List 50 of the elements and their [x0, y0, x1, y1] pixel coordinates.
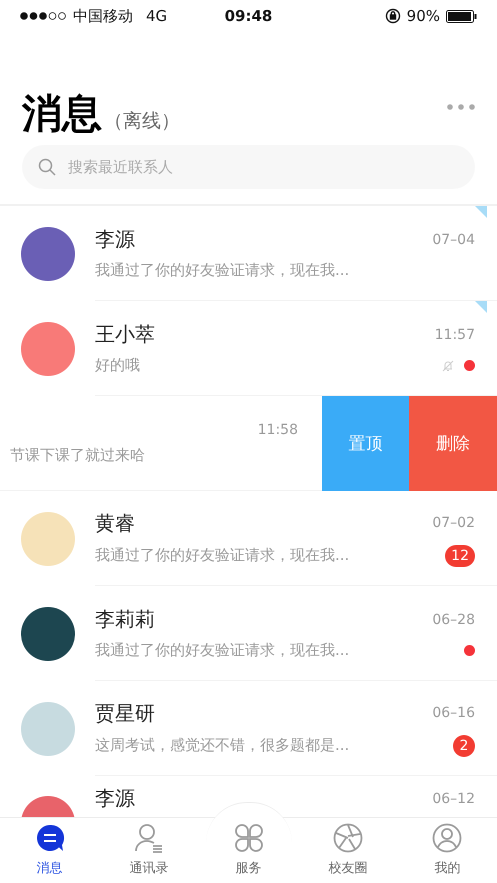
conversation-row[interactable]: 李莉莉 06–28 我通过了你的好友验证请求，现在我... [0, 586, 497, 681]
contacts-icon [134, 823, 164, 853]
conversation-row[interactable]: 11:58 节课下课了就过来哈 置顶 删除 [0, 396, 497, 491]
tab-bar-item[interactable]: 通讯录 [99, 818, 199, 883]
message-time: 06–28 [432, 612, 475, 628]
message-time: 06–16 [432, 705, 475, 721]
more-icon[interactable] [447, 104, 475, 110]
unread-count: 2 [453, 734, 475, 756]
message-preview: 好的哦 [95, 356, 140, 375]
conversation-row[interactable]: 贾星研 06–16 这周考试，感觉还不错，很多题都是... 2 [0, 681, 497, 776]
contact-name: 贾星研 [95, 700, 155, 726]
message-time: 07–04 [432, 232, 475, 248]
page-title: 消息 [22, 90, 102, 138]
user-circle-icon [432, 823, 462, 853]
battery-percent: 90% [406, 7, 440, 25]
contact-name: 王小萃 [95, 321, 155, 348]
tab-bar-item[interactable]: 我的 [398, 818, 497, 883]
message-time: 11:58 [258, 422, 298, 438]
unread-count: 12 [445, 544, 475, 566]
conversation-row[interactable]: 李源 07–04 我通过了你的好友验证请求，现在我... [0, 206, 497, 301]
message-preview: 我通过了你的好友验证请求，现在我... [95, 546, 350, 565]
message-preview: 我通过了你的好友验证请求，现在我... [95, 261, 350, 280]
offline-status: （离线） [104, 109, 180, 134]
rotation-lock-icon [384, 8, 401, 24]
message-time: 11:57 [434, 326, 475, 342]
contact-name: 李源 [95, 226, 135, 253]
message-preview: 节课下课了就过来哈 [10, 446, 145, 464]
four-petal-icon [234, 823, 264, 853]
tab-bar-item[interactable]: 校友圈 [298, 818, 398, 883]
tab-bar-item[interactable]: 消息 [0, 818, 100, 883]
message-time: 06–12 [432, 791, 475, 809]
chat-bubble-icon [34, 823, 65, 853]
clock-time: 09:48 [224, 7, 272, 25]
carrier-name: 中国移动 [73, 6, 133, 26]
contact-name: 李莉莉 [95, 606, 155, 633]
delete-button[interactable]: 删除 [409, 396, 497, 491]
conversation-row[interactable]: 黄睿 07–02 我通过了你的好友验证请求，现在我... 12 [0, 491, 497, 586]
message-preview: 我通过了你的好友验证请求，现在我... [95, 641, 350, 660]
signal-icon [20, 12, 68, 20]
search-field[interactable]: 搜索最近联系人 [22, 145, 475, 189]
aperture-icon [332, 823, 363, 853]
message-preview: 这周考试，感觉还不错，很多题都是... [95, 736, 350, 755]
tab-bar-item[interactable]: 服务 [198, 818, 298, 883]
battery-icon [446, 10, 477, 22]
contact-name: 李源 [95, 785, 135, 812]
network-type: 4G [146, 7, 168, 25]
message-time: 07–02 [432, 515, 475, 531]
contact-name: 黄睿 [95, 510, 135, 536]
search-icon [38, 158, 56, 176]
conversation-row[interactable]: 王小萃 11:57 好的哦 [0, 301, 497, 396]
